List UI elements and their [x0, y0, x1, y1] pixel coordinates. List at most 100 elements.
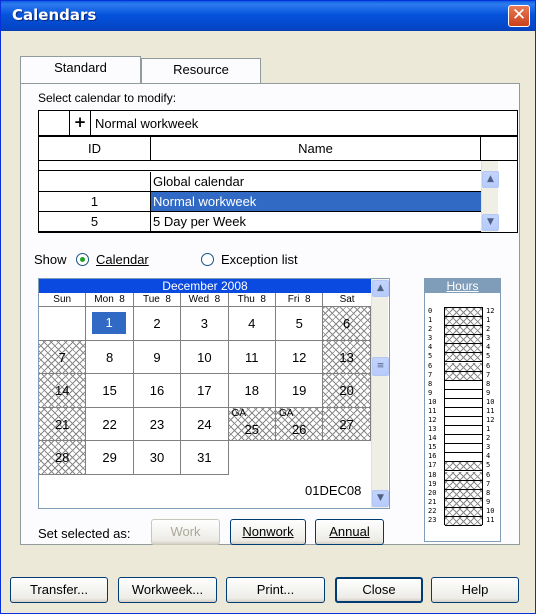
hour-slot[interactable]	[445, 426, 482, 436]
hour-slot[interactable]	[445, 453, 482, 463]
exception-list-label[interactable]: Exception list	[221, 252, 298, 267]
day-cell[interactable]: 1	[86, 307, 134, 341]
hour-slot[interactable]	[445, 326, 482, 336]
day-cell[interactable]: 4	[228, 307, 276, 341]
day-cell[interactable]: 31	[181, 441, 229, 475]
hour-slot[interactable]	[445, 344, 482, 354]
hour-slot[interactable]	[445, 435, 482, 445]
print-button[interactable]: Print...	[226, 577, 325, 603]
day-cell[interactable]: 18	[228, 374, 276, 408]
day-cell[interactable]: 6	[323, 307, 371, 341]
hour-slot[interactable]	[445, 317, 482, 327]
weekday-header: Wed 8	[181, 293, 229, 306]
scroll-up-icon[interactable]: ▲	[482, 171, 499, 188]
day-cell[interactable]: 20	[323, 374, 371, 408]
hour-slot[interactable]	[445, 381, 482, 390]
annual-button[interactable]: Annual	[315, 519, 384, 545]
day-cell[interactable]: 10	[181, 340, 229, 375]
hour-slot[interactable]	[445, 371, 482, 381]
hour-slot[interactable]	[445, 353, 482, 363]
hour-label: 5	[428, 352, 433, 361]
hour-slot[interactable]	[445, 362, 482, 372]
cell-id: 5	[39, 212, 151, 231]
day-number: 11	[245, 349, 259, 365]
cell-id: 1	[39, 192, 151, 211]
exception-list-radio[interactable]	[201, 253, 214, 266]
hour-slot[interactable]	[445, 417, 482, 427]
day-cell[interactable]: 17	[181, 374, 229, 408]
hour-slot[interactable]	[445, 498, 482, 508]
day-cell[interactable]: 11	[228, 340, 276, 375]
scroll-down-icon[interactable]: ▼	[482, 214, 499, 231]
day-cell[interactable]: 30	[133, 441, 182, 475]
hour-label: 21	[428, 497, 437, 506]
day-cell[interactable]: 24	[181, 407, 229, 442]
day-cell[interactable]: GA 26	[276, 407, 324, 442]
day-cell[interactable]: 28	[39, 441, 87, 475]
day-cell[interactable]: 23	[133, 407, 182, 442]
day-cell[interactable]: 13	[323, 340, 371, 375]
hour-slot[interactable]	[445, 308, 482, 318]
workweek-button[interactable]: Workweek...	[118, 577, 217, 603]
calendar-scrollbar[interactable]: ▲ ≡ ▼	[371, 279, 389, 508]
nonwork-button[interactable]: Nonwork	[230, 519, 306, 545]
expand-icon[interactable]: +	[70, 111, 91, 135]
hour-slot[interactable]	[445, 516, 482, 526]
calendar-radio[interactable]	[76, 253, 89, 266]
hour-slot[interactable]	[445, 462, 482, 472]
cell-name: Global calendar	[153, 174, 245, 189]
hour-slot[interactable]	[445, 489, 482, 499]
title-bar[interactable]: Calendars ✕	[1, 1, 535, 31]
hour-slot[interactable]	[445, 471, 482, 481]
close-icon[interactable]: ✕	[508, 5, 530, 27]
hour-slot[interactable]	[445, 335, 482, 345]
hour-slot[interactable]	[445, 399, 482, 408]
table-row[interactable]: Global calendar	[39, 172, 481, 192]
transfer-button[interactable]: Transfer...	[10, 577, 108, 603]
hour-slot[interactable]	[445, 408, 482, 417]
day-cell[interactable]: 19	[276, 374, 324, 408]
hour-slot[interactable]	[445, 480, 482, 490]
day-cell[interactable]: 2	[133, 307, 182, 341]
day-cell[interactable]: 15	[86, 374, 134, 408]
day-cell[interactable]: 9	[133, 340, 182, 375]
table-row[interactable]: 55 Day per Week	[39, 212, 481, 232]
scroll-up-icon[interactable]: ▲	[372, 280, 389, 297]
day-number: 4	[248, 316, 256, 331]
day-number: 20	[339, 383, 354, 399]
column-header-name[interactable]: Name	[151, 137, 481, 161]
tab-standard[interactable]: Standard	[20, 56, 141, 83]
day-cell[interactable]: 7	[39, 340, 87, 375]
scroll-thumb[interactable]: ≡	[372, 357, 389, 376]
hours-title[interactable]: Hours	[425, 279, 500, 293]
table-scrollbar[interactable]: ▲ ▼	[481, 161, 499, 232]
day-cell[interactable]: 27	[323, 407, 371, 442]
day-cell[interactable]: 12	[276, 340, 324, 375]
hour-slot[interactable]	[445, 444, 482, 454]
weekday-header: Sat	[339, 294, 355, 305]
day-cell[interactable]: 8	[86, 340, 134, 375]
calendars-dialog: Calendars ✕ Standard Resource Select cal…	[0, 0, 536, 614]
day-cell[interactable]: 3	[181, 307, 229, 341]
day-cell[interactable]: 21	[39, 407, 87, 442]
hours-grid[interactable]	[444, 307, 483, 526]
scroll-down-icon[interactable]: ▼	[372, 490, 389, 507]
hour-slot[interactable]	[445, 390, 482, 399]
hour-label: 16	[428, 452, 437, 461]
work-button[interactable]: Work	[151, 519, 220, 545]
hour-label: 22	[428, 506, 437, 515]
calendar-radio-label[interactable]: Calendar	[96, 252, 149, 267]
day-cell[interactable]: GA 25	[228, 407, 276, 442]
tab-resource[interactable]: Resource	[141, 58, 261, 84]
table-row[interactable]: 1 Normal workweek	[39, 192, 481, 212]
close-button[interactable]: Close	[335, 577, 423, 603]
hour-slot[interactable]	[445, 507, 482, 517]
help-button[interactable]: Help	[431, 577, 519, 603]
day-cell[interactable]: 29	[86, 441, 134, 475]
column-header-id[interactable]: ID	[39, 137, 151, 161]
current-calendar-field[interactable]: + Normal workweek	[38, 110, 518, 136]
day-cell[interactable]: 14	[39, 374, 87, 408]
day-cell[interactable]: 16	[133, 374, 182, 408]
day-cell[interactable]: 5	[276, 307, 324, 341]
day-cell[interactable]: 22	[86, 407, 134, 442]
